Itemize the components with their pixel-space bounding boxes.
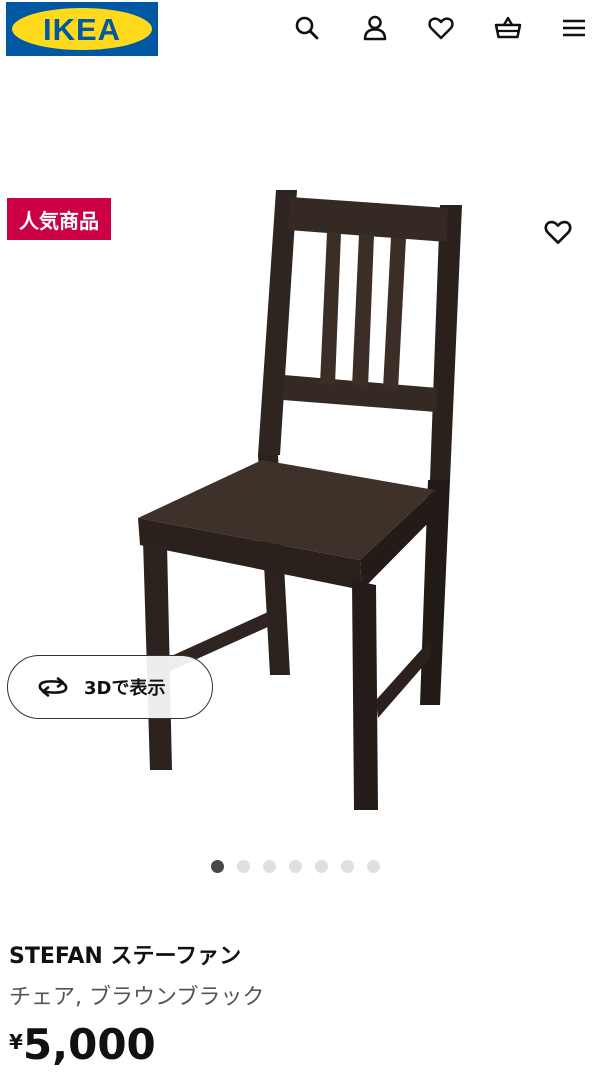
carousel-dot[interactable] [315,860,328,873]
carousel-dot[interactable] [367,860,380,873]
product-description: チェア, ブラウンブラック [9,985,265,1010]
carousel-dots [211,860,380,874]
product-price: ¥ 5,000 [9,1020,156,1069]
carousel-dot[interactable] [289,860,302,873]
product-image[interactable] [0,0,608,860]
view-3d-button[interactable]: 3Dで表示 [7,655,213,719]
rotate-3d-icon [38,677,68,697]
price-currency: ¥ [9,1030,23,1054]
carousel-dot[interactable] [211,860,224,873]
popular-badge: 人気商品 [7,198,111,240]
carousel-dot[interactable] [341,860,354,873]
favorite-icon[interactable] [538,212,578,252]
carousel-dot[interactable] [263,860,276,873]
product-name[interactable]: STEFAN ステーファン [9,938,241,970]
carousel-dot[interactable] [237,860,250,873]
price-amount: 5,000 [22,1020,156,1069]
view-3d-label: 3Dで表示 [84,678,166,699]
